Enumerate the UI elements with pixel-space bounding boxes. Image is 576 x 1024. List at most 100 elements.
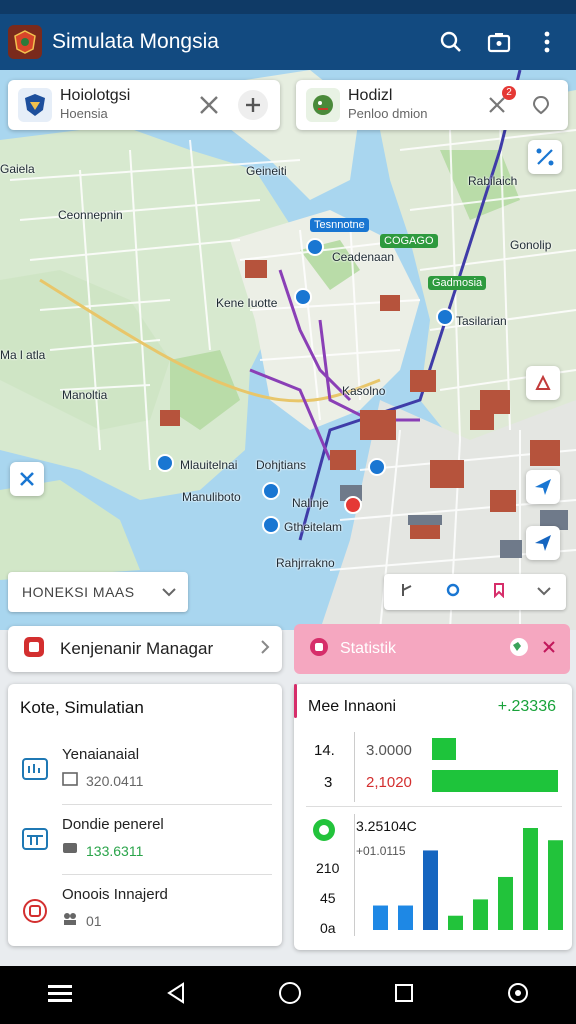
chevron-down-icon[interactable]	[537, 583, 551, 601]
search-icon[interactable]	[436, 27, 466, 57]
list-item-name: Yenaianaial	[62, 746, 140, 763]
map-label: Kasolno	[342, 384, 386, 398]
compass-icon[interactable]	[526, 366, 560, 400]
pin-icon[interactable]	[526, 90, 556, 120]
navigate-icon[interactable]	[526, 470, 560, 504]
people-icon	[62, 912, 78, 929]
list-item-value: 320.0411	[86, 772, 144, 789]
data-value: +.23336	[497, 698, 556, 715]
location-card-right[interactable]: Hodizl Penloo dmion 2	[296, 80, 568, 130]
divider	[306, 806, 562, 807]
map-label: Gaiela	[0, 162, 35, 176]
app-bar: Simulata Mongsia	[0, 14, 576, 70]
dragon-icon	[306, 88, 340, 122]
layers-icon[interactable]	[445, 582, 461, 603]
chart-bar	[498, 876, 513, 930]
map-pin[interactable]	[344, 496, 362, 514]
camera-icon[interactable]	[484, 27, 514, 57]
map-tools	[384, 574, 566, 610]
map-tag[interactable]: Gadmosia	[428, 276, 487, 290]
location-title: Hodizl	[348, 87, 393, 104]
list-item-value: 133.6311	[86, 842, 144, 859]
chart-bar	[523, 828, 538, 930]
map-pin[interactable]	[262, 516, 280, 534]
map-label: Kene Iuotte	[216, 296, 278, 310]
tools-icon[interactable]	[194, 90, 224, 120]
list-item-name: Dondie penerel	[62, 816, 164, 833]
progress-bar	[432, 770, 558, 792]
bookmark-icon[interactable]	[491, 582, 507, 603]
chart-bar	[423, 850, 438, 930]
factory-icon	[22, 898, 48, 929]
status-bar	[0, 0, 576, 14]
map-label: Rabilaich	[468, 174, 518, 188]
map-pin[interactable]	[294, 288, 312, 306]
map-label: Mlauitelnai	[180, 458, 238, 472]
manager-button[interactable]: Kenjenanir Managar	[8, 626, 282, 672]
map-pin[interactable]	[368, 458, 386, 476]
close-icon[interactable]	[10, 462, 44, 496]
map-label: Nalinje	[292, 496, 329, 510]
route-icon[interactable]	[528, 140, 562, 174]
manager-icon	[22, 635, 46, 664]
divider	[354, 814, 355, 936]
data-title: Mee Innaoni	[308, 698, 397, 715]
recents-icon[interactable]	[393, 982, 415, 1009]
chart-bar	[398, 905, 413, 930]
location-card-left[interactable]: Hoiolotgsi Hoensia	[8, 80, 280, 130]
list-item[interactable]: Onoois Innajerd 01	[8, 872, 282, 942]
statistik-label: Statistik	[340, 640, 397, 657]
accent-bar	[294, 684, 297, 718]
simulation-panel: Kote, Simulatian Yenaianaial 320.0411 Do…	[8, 684, 282, 946]
table-icon	[22, 828, 48, 855]
back-icon[interactable]	[165, 981, 187, 1009]
location-subtitle: Penloo dmion	[348, 106, 428, 121]
assistant-icon[interactable]	[506, 981, 530, 1010]
location-title: Hoiolotgsi	[60, 87, 131, 104]
map-label: Gtheitelam	[284, 520, 343, 534]
row-label: 3	[324, 774, 333, 791]
map-label: Rahjrrakno	[276, 556, 335, 570]
list-item[interactable]: Yenaianaial 320.0411	[8, 732, 282, 802]
map-pin[interactable]	[156, 454, 174, 472]
manager-label: Kenjenanir Managar	[60, 639, 214, 658]
building-icon	[62, 772, 78, 789]
map-label: Ceonnepnin	[58, 208, 123, 222]
map-label: Manoltia	[62, 388, 108, 402]
close-icon[interactable]	[542, 640, 556, 659]
location-icon[interactable]	[526, 526, 560, 560]
map-label: Tasilarian	[456, 314, 507, 328]
row-label: 14.	[314, 742, 335, 759]
row-value: 2,1020	[366, 774, 412, 791]
statistik-icon	[308, 636, 330, 663]
simulation-title: Kote, Simulatian	[20, 698, 144, 717]
menu-icon[interactable]	[46, 983, 74, 1008]
list-item-name: Onoois Innajerd	[62, 886, 168, 903]
city-map[interactable]: Gaiela Geineiti Ceonnepnin Kene Iuotte C…	[0, 70, 576, 630]
add-icon[interactable]	[238, 90, 268, 120]
home-icon[interactable]	[278, 981, 302, 1010]
shield-icon	[18, 88, 52, 122]
notification-badge: 2	[502, 86, 516, 100]
map-tag[interactable]: COGAGO	[380, 234, 438, 248]
globe-icon[interactable]	[508, 636, 530, 663]
map-label: Gonolip	[510, 238, 552, 252]
layer-select[interactable]: HONEKSI MAAS	[8, 572, 188, 612]
check-icon	[312, 818, 336, 847]
layer-select-value: HONEKSI MAAS	[22, 584, 135, 600]
chevron-down-icon	[162, 584, 176, 600]
measure-icon[interactable]	[399, 582, 415, 603]
map-pin[interactable]	[306, 238, 324, 256]
chevron-right-icon	[260, 639, 270, 659]
more-vert-icon[interactable]	[532, 27, 562, 57]
list-item-value: 01	[86, 912, 102, 929]
y-axis-label: 210	[316, 860, 340, 876]
statistik-tab[interactable]: Statistik	[294, 624, 570, 674]
map-label: Manuliboto	[182, 490, 241, 504]
chart-bar	[448, 915, 463, 930]
map-tag[interactable]: Tesnnotne	[310, 218, 369, 232]
map-pin[interactable]	[262, 482, 280, 500]
map-pin[interactable]	[436, 308, 454, 326]
chart-bar	[373, 905, 388, 930]
list-item[interactable]: Dondie penerel 133.6311	[8, 802, 282, 872]
